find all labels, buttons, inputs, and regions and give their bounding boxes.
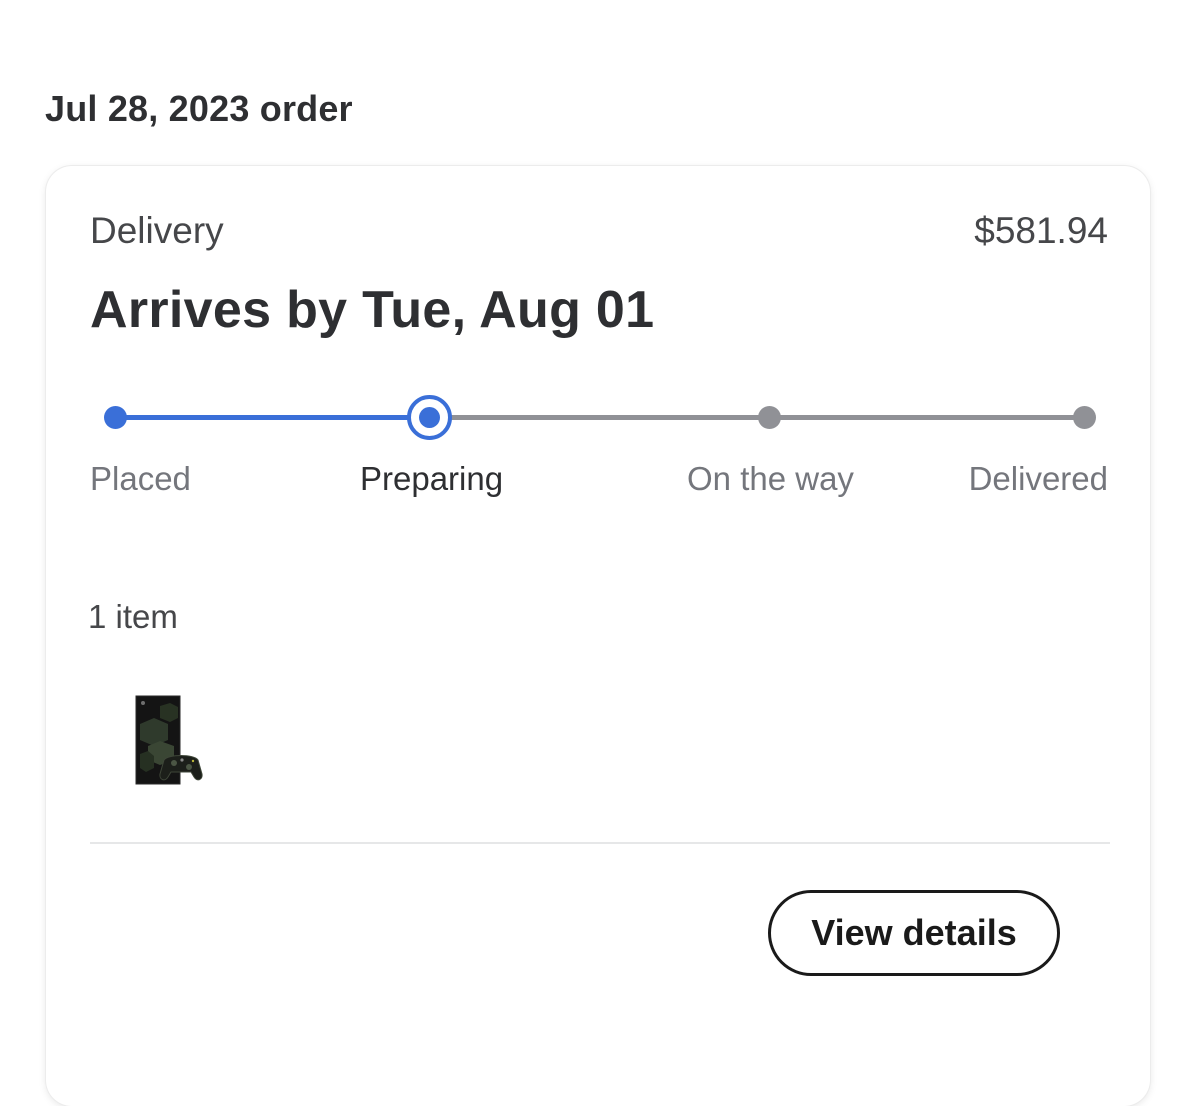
step-dot-delivered <box>1073 406 1096 429</box>
order-total: $581.94 <box>974 210 1108 251</box>
progress-line-complete <box>115 415 429 420</box>
step-dot-placed <box>104 406 127 429</box>
step-label-preparing: Preparing <box>360 460 504 497</box>
step-dot-preparing-current <box>407 395 452 440</box>
order-date-heading: Jul 28, 2023 order <box>45 88 353 129</box>
step-label-placed: Placed <box>90 460 191 497</box>
item-count: 1 item <box>88 598 178 635</box>
order-card: Delivery $581.94 Arrives by Tue, Aug 01 … <box>46 166 1150 1106</box>
step-label-on-the-way: On the way <box>687 460 854 497</box>
progress-line-remaining <box>429 415 1085 420</box>
arrival-date-heading: Arrives by Tue, Aug 01 <box>90 281 655 339</box>
card-divider <box>90 842 1110 844</box>
step-dot-on-the-way <box>758 406 781 429</box>
game-console-product-image[interactable] <box>134 694 204 788</box>
view-details-button[interactable]: View details <box>768 890 1060 976</box>
fulfillment-type-label: Delivery <box>90 210 224 251</box>
delivery-progress-tracker: Placed Preparing On the way Delivered <box>46 386 1150 506</box>
step-label-delivered: Delivered <box>968 460 1108 497</box>
